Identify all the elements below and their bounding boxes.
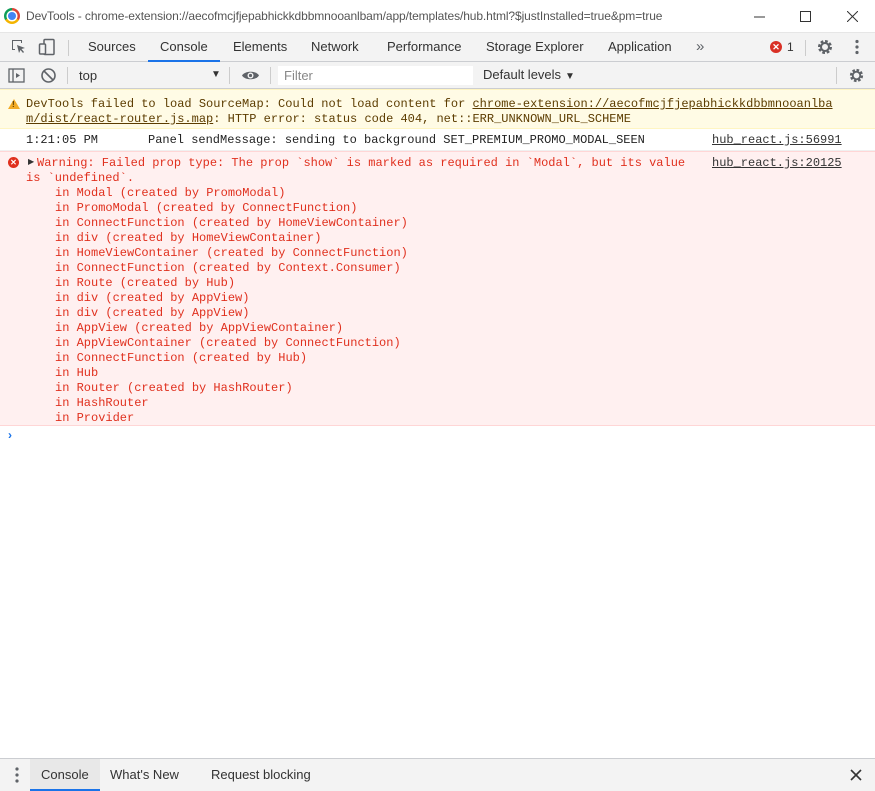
tab-application[interactable]: Application (608, 33, 672, 62)
error-stack-trace: in Modal (created by PromoModal) in Prom… (55, 186, 408, 426)
error-count-badge[interactable]: ✕ 1 (770, 40, 794, 54)
warning-sourcemap-link[interactable]: chrome-extension://aecofmcjfjepabhickkdb… (472, 97, 832, 111)
error-text-line1: Warning: Failed prop type: The prop `sho… (37, 156, 686, 170)
stack-frame: in div (created by AppView) (55, 291, 250, 305)
log-source-link[interactable]: hub_react.js:56991 (712, 133, 842, 147)
minimize-icon[interactable] (736, 0, 782, 33)
maximize-icon[interactable] (782, 0, 828, 33)
toolbar-divider (229, 67, 230, 84)
stack-frame: in div (created by AppView) (55, 306, 250, 320)
tab-elements[interactable]: Elements (233, 33, 287, 62)
device-toolbar-icon[interactable] (38, 38, 56, 56)
error-message: ✕ ▶ Warning: Failed prop type: The prop … (0, 151, 875, 426)
console-settings-gear-icon[interactable] (848, 67, 865, 84)
stack-frame: in HomeViewContainer (created by Connect… (55, 246, 408, 260)
chevron-down-icon: ▼ (565, 71, 575, 82)
log-levels-label: Default levels (483, 67, 562, 82)
warning-text: DevTools failed to load SourceMap: Could… (26, 97, 473, 111)
error-source-link[interactable]: hub_react.js:20125 (712, 156, 842, 170)
devtools-drawer: Console What's New Request blocking (0, 758, 875, 791)
tab-network[interactable]: Network (311, 33, 359, 62)
toolbar-divider (805, 40, 806, 56)
context-selector[interactable]: top (79, 62, 97, 89)
live-expression-eye-icon[interactable] (241, 67, 259, 84)
stack-frame: in Modal (created by PromoModal) (55, 186, 286, 200)
tab-performance[interactable]: Performance (387, 33, 461, 62)
window-titlebar: DevTools - chrome-extension://aecofmcjfj… (0, 0, 875, 33)
more-options-kebab-icon[interactable] (848, 38, 866, 56)
stack-frame: in AppView (created by AppViewContainer) (55, 321, 344, 335)
warning-message: DevTools failed to load SourceMap: Could… (0, 89, 875, 129)
stack-frame: in div (created by HomeViewContainer) (55, 231, 322, 245)
inspect-element-icon[interactable] (10, 38, 28, 56)
stack-frame: in AppViewContainer (created by ConnectF… (55, 336, 401, 350)
chrome-logo-icon (4, 8, 20, 24)
error-text-line2: is `undefined`. (26, 171, 135, 185)
drawer-menu-kebab-icon[interactable] (14, 766, 20, 784)
settings-gear-icon[interactable] (816, 38, 834, 56)
tab-sources[interactable]: Sources (88, 33, 136, 62)
stack-frame: in HashRouter (55, 396, 149, 410)
more-tabs-button[interactable]: » (696, 33, 704, 60)
context-dropdown-arrow-icon[interactable]: ▼ (211, 62, 221, 88)
window-title: DevTools - chrome-extension://aecofmcjfj… (26, 9, 663, 23)
stack-frame: in Provider (55, 411, 135, 425)
stack-frame: in Hub (55, 366, 99, 380)
log-message: 1:21:05 PM Panel sendMessage: sending to… (0, 129, 875, 151)
close-drawer-icon[interactable] (848, 767, 864, 783)
warning-triangle-icon (8, 99, 20, 109)
warning-text-suffix: : HTTP error: status code 404, net::ERR_… (213, 112, 631, 126)
show-sidebar-icon[interactable] (8, 67, 25, 84)
toolbar-divider (836, 67, 837, 84)
error-circle-icon: ✕ (8, 157, 19, 168)
stack-frame: in Route (created by Hub) (55, 276, 236, 290)
drawer-tab-request-blocking[interactable]: Request blocking (211, 759, 311, 791)
warning-sourcemap-link-cont[interactable]: m/dist/react-router.js.map (26, 112, 213, 126)
toolbar-divider (270, 67, 271, 84)
drawer-tab-console[interactable]: Console (30, 759, 100, 791)
tab-storage-explorer[interactable]: Storage Explorer (486, 33, 584, 62)
stack-frame: in ConnectFunction (created by HomeViewC… (55, 216, 408, 230)
console-prompt-icon[interactable]: › (8, 428, 12, 442)
stack-frame: in ConnectFunction (created by Hub) (55, 351, 308, 365)
drawer-tab-whats-new[interactable]: What's New (110, 759, 179, 791)
error-count: 1 (787, 40, 794, 54)
expand-triangle-icon[interactable]: ▶ (28, 157, 34, 166)
devtools-tabbar: Sources Console Elements Network Perform… (0, 33, 875, 62)
tab-console[interactable]: Console (148, 33, 220, 62)
stack-frame: in Router (created by HashRouter) (55, 381, 293, 395)
clear-console-icon[interactable] (40, 67, 57, 84)
filter-input[interactable] (278, 66, 473, 85)
stack-frame: in ConnectFunction (created by Context.C… (55, 261, 401, 275)
error-icon: ✕ (770, 41, 782, 53)
log-timestamp: 1:21:05 PM (26, 133, 99, 147)
toolbar-divider (67, 67, 68, 84)
close-icon[interactable] (829, 0, 875, 33)
stack-frame: in PromoModal (created by ConnectFunctio… (55, 201, 358, 215)
log-levels-dropdown[interactable]: Default levels ▼ (483, 62, 575, 90)
toolbar-divider (68, 40, 69, 56)
log-text: Panel sendMessage: sending to background… (148, 133, 645, 147)
console-toolbar: top ▼ Default levels▼ (0, 62, 875, 89)
